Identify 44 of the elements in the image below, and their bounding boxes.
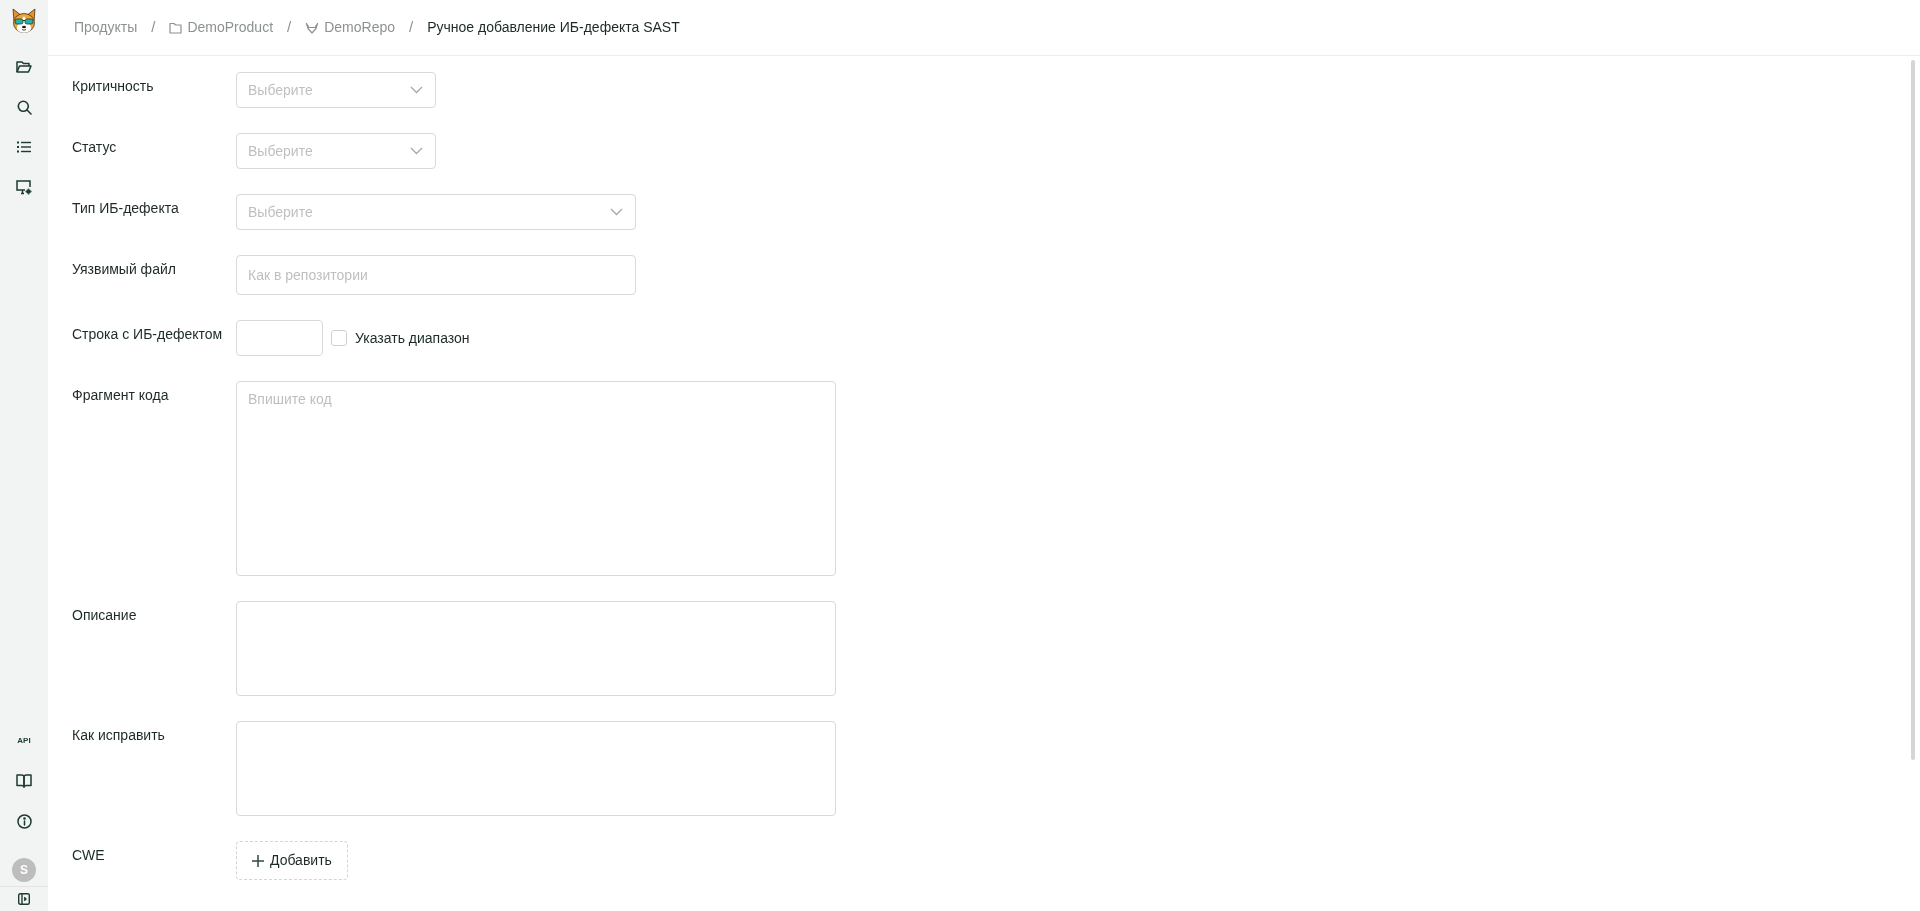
- info-icon[interactable]: [16, 813, 32, 829]
- field-label: Описание: [72, 606, 138, 625]
- checkbox-label[interactable]: Указать диапазон: [355, 327, 470, 349]
- breadcrumb-current: Ручное добавление ИБ-дефекта SAST: [427, 18, 680, 37]
- checkbox[interactable]: [331, 330, 347, 346]
- textarea-field[interactable]: Впишите код: [236, 381, 836, 576]
- field-label: CWE: [72, 846, 106, 865]
- folder-open-icon[interactable]: [16, 60, 32, 74]
- input-field[interactable]: [236, 320, 323, 356]
- field-label: Как исправить: [72, 726, 166, 745]
- add-button[interactable]: Добавить: [236, 841, 348, 880]
- select-field[interactable]: Выберите: [236, 72, 436, 108]
- scrollbar-thumb[interactable]: [1911, 60, 1915, 760]
- avatar[interactable]: S: [12, 858, 36, 882]
- textarea-field[interactable]: [236, 721, 836, 816]
- field-label: Уязвимый файл: [72, 260, 177, 279]
- input-field[interactable]: Как в репозитории: [236, 255, 636, 295]
- breadcrumb-link[interactable]: Продукты: [74, 17, 138, 38]
- textarea-field[interactable]: [236, 601, 836, 696]
- breadcrumb-separator: /: [287, 17, 292, 38]
- field-label: Фрагмент кода: [72, 386, 170, 405]
- field-label: Статус: [72, 138, 118, 157]
- book-icon[interactable]: [16, 774, 32, 788]
- fox-head-icon: [305, 21, 320, 34]
- folder-icon: [169, 21, 183, 34]
- field-label: Критичность: [72, 77, 155, 96]
- chevron-down-icon: [410, 147, 423, 155]
- panel-toggle-icon[interactable]: [18, 893, 30, 905]
- breadcrumb-link[interactable]: DemoProduct: [169, 17, 274, 38]
- select-field[interactable]: Выберите: [236, 133, 436, 169]
- plus-icon: [252, 854, 264, 867]
- select-field[interactable]: Выберите: [236, 194, 636, 230]
- monitor-gear-icon[interactable]: [16, 179, 32, 195]
- breadcrumb-link[interactable]: DemoRepo: [305, 17, 396, 38]
- chevron-down-icon: [410, 86, 423, 94]
- api-link[interactable]: API: [17, 737, 31, 745]
- search-icon[interactable]: [16, 99, 32, 115]
- breadcrumb-separator: /: [151, 17, 156, 38]
- dog-logo-icon[interactable]: [10, 8, 38, 36]
- field-label: Строка с ИБ-дефектом: [72, 325, 224, 344]
- field-label: Тип ИБ-дефекта: [72, 199, 180, 218]
- chevron-down-icon: [610, 208, 623, 216]
- list-icon[interactable]: [17, 141, 31, 153]
- breadcrumb-separator: /: [409, 17, 414, 38]
